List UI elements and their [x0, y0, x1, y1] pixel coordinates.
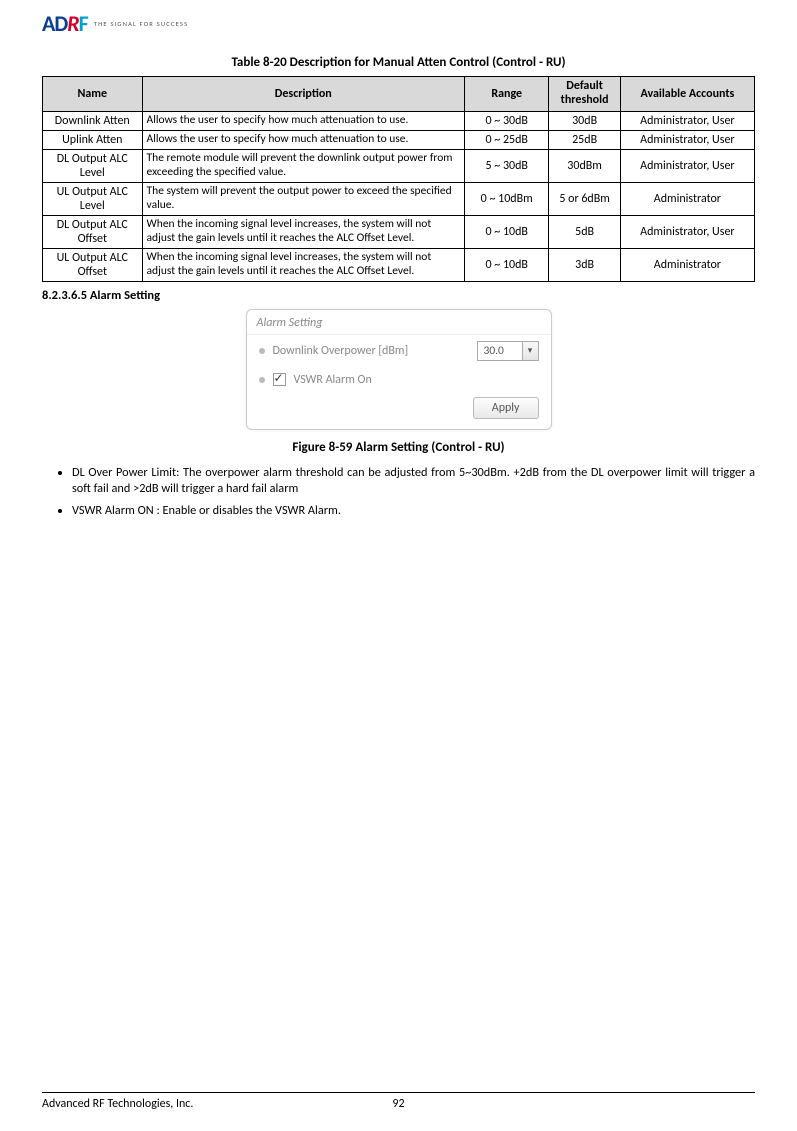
table-row: DL Output ALC Level The remote module wi…: [43, 149, 755, 182]
cell-range: 0 ~ 10dB: [465, 215, 549, 248]
logo-tagline: THE SIGNAL FOR SUCCESS: [94, 20, 189, 28]
vswr-alarm-label: VSWR Alarm On: [294, 373, 372, 387]
footer-page-number: 92: [280, 1097, 518, 1111]
cell-default: 5dB: [549, 215, 620, 248]
table-row: Downlink Atten Allows the user to specif…: [43, 111, 755, 130]
cell-desc: When the incoming signal level increases…: [142, 215, 464, 248]
bullet-icon: [259, 377, 265, 383]
cell-name: Uplink Atten: [43, 130, 143, 149]
vswr-alarm-row: VSWR Alarm On: [247, 367, 551, 393]
downlink-overpower-spinner[interactable]: 30.0 ▾: [477, 341, 539, 361]
spinner-dropdown-button[interactable]: ▾: [522, 342, 538, 360]
cell-name: DL Output ALC Level: [43, 149, 143, 182]
footer-left: Advanced RF Technologies, Inc.: [42, 1097, 280, 1111]
th-description: Description: [142, 77, 464, 112]
body-bullet-list: DL Over Power Limit: The overpower alarm…: [42, 465, 755, 519]
cell-range: 5 ~ 30dB: [465, 149, 549, 182]
cell-default: 25dB: [549, 130, 620, 149]
th-default: Default threshold: [549, 77, 620, 112]
downlink-overpower-row: Downlink Overpower [dBm] 30.0 ▾: [247, 335, 551, 367]
cell-desc: The remote module will prevent the downl…: [142, 149, 464, 182]
figure-caption: Figure 8-59 Alarm Setting (Control - RU): [42, 440, 755, 455]
cell-accounts: Administrator, User: [620, 130, 754, 149]
cell-name: Downlink Atten: [43, 111, 143, 130]
spinner-value[interactable]: 30.0: [478, 342, 522, 360]
cell-name: DL Output ALC Offset: [43, 215, 143, 248]
bullet-icon: [259, 348, 265, 354]
cell-desc: Allows the user to specify how much atte…: [142, 111, 464, 130]
th-range: Range: [465, 77, 549, 112]
cell-desc: The system will prevent the output power…: [142, 182, 464, 215]
list-item: DL Over Power Limit: The overpower alarm…: [72, 465, 755, 497]
widget-title: Alarm Setting: [247, 310, 551, 335]
cell-range: 0 ~ 10dBm: [465, 182, 549, 215]
cell-range: 0 ~ 25dB: [465, 130, 549, 149]
downlink-overpower-label: Downlink Overpower [dBm]: [273, 344, 409, 358]
footer-right: [517, 1097, 755, 1111]
header-logo: ADRF THE SIGNAL FOR SUCCESS: [42, 10, 755, 37]
cell-default: 3dB: [549, 248, 620, 281]
cell-default: 5 or 6dBm: [549, 182, 620, 215]
cell-desc: Allows the user to specify how much atte…: [142, 130, 464, 149]
logo-text: ADRF: [42, 10, 88, 37]
table-row: UL Output ALC Level The system will prev…: [43, 182, 755, 215]
list-item: VSWR Alarm ON : Enable or disables the V…: [72, 503, 755, 519]
cell-accounts: Administrator: [620, 248, 754, 281]
cell-default: 30dBm: [549, 149, 620, 182]
cell-accounts: Administrator, User: [620, 215, 754, 248]
cell-accounts: Administrator: [620, 182, 754, 215]
cell-name: UL Output ALC Level: [43, 182, 143, 215]
table-row: Uplink Atten Allows the user to specify …: [43, 130, 755, 149]
cell-range: 0 ~ 30dB: [465, 111, 549, 130]
alarm-setting-widget: Alarm Setting Downlink Overpower [dBm] 3…: [246, 309, 552, 430]
apply-button[interactable]: Apply: [473, 397, 539, 419]
page-footer: Advanced RF Technologies, Inc. 92: [42, 1092, 755, 1111]
atten-control-table: Name Description Range Default threshold…: [42, 76, 755, 282]
cell-desc: When the incoming signal level increases…: [142, 248, 464, 281]
cell-accounts: Administrator, User: [620, 111, 754, 130]
cell-accounts: Administrator, User: [620, 149, 754, 182]
table-caption: Table 8-20 Description for Manual Atten …: [42, 55, 755, 70]
cell-default: 30dB: [549, 111, 620, 130]
table-row: DL Output ALC Offset When the incoming s…: [43, 215, 755, 248]
cell-range: 0 ~ 10dB: [465, 248, 549, 281]
th-accounts: Available Accounts: [620, 77, 754, 112]
vswr-checkbox[interactable]: [273, 373, 286, 386]
section-header: 8.2.3.6.5 Alarm Setting: [42, 288, 755, 303]
th-name: Name: [43, 77, 143, 112]
cell-name: UL Output ALC Offset: [43, 248, 143, 281]
table-row: UL Output ALC Offset When the incoming s…: [43, 248, 755, 281]
